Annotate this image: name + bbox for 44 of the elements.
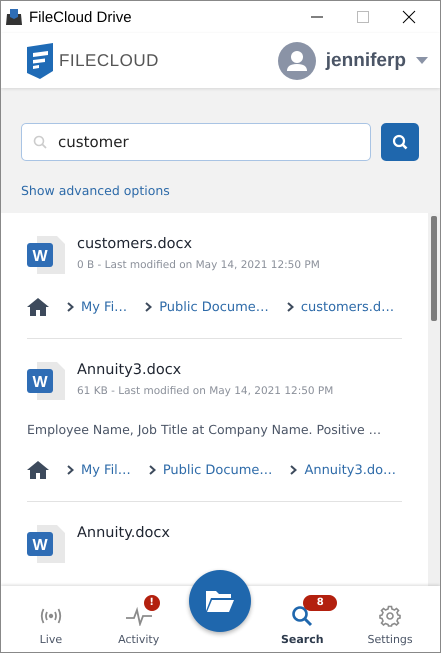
pulse-icon xyxy=(126,606,152,626)
chevron-icon xyxy=(145,302,152,312)
breadcrumb-link[interactable]: My Fi… xyxy=(81,300,128,314)
home-icon[interactable] xyxy=(27,298,49,316)
search-icon xyxy=(392,134,408,150)
file-name[interactable]: Annuity3.docx xyxy=(77,362,334,378)
app-icon xyxy=(5,8,23,26)
advanced-options-link[interactable]: Show advanced options xyxy=(21,183,170,198)
logo-icon xyxy=(27,42,53,78)
chevron-icon xyxy=(148,465,156,475)
dropdown-caret-icon[interactable] xyxy=(416,56,428,64)
window-title: FileCloud Drive xyxy=(29,8,132,26)
search-field[interactable]: customer xyxy=(21,123,371,161)
search-icon xyxy=(291,604,314,626)
file-name[interactable]: Annuity.docx xyxy=(77,525,170,541)
settings-icon xyxy=(379,604,402,626)
breadcrumb-link[interactable]: Public Docume… xyxy=(162,462,272,478)
broadcast-icon xyxy=(38,606,63,626)
files-button[interactable] xyxy=(189,570,252,632)
username[interactable]: jenniferp xyxy=(326,50,406,72)
file-name[interactable]: customers.docx xyxy=(77,236,320,252)
chevron-icon xyxy=(67,302,74,312)
folder-icon xyxy=(205,589,236,613)
chevron-icon xyxy=(286,302,294,312)
search-button[interactable] xyxy=(381,123,419,161)
chevron-icon xyxy=(67,465,74,475)
breadcrumb-link[interactable]: Public Docume… xyxy=(159,300,269,314)
content-snippet: Employee Name, Job Title at Company Name. Positive … xyxy=(27,422,382,437)
avatar-icon[interactable] xyxy=(278,42,316,80)
home-icon[interactable] xyxy=(27,461,49,479)
file-meta: 0 B - Last modified on May 14, 2021 12:50 PM xyxy=(77,259,320,271)
nav-tab[interactable]: Live xyxy=(14,592,88,646)
nav-tab[interactable]: ! Activity xyxy=(102,592,176,646)
nav-tab[interactable]: Settings xyxy=(353,592,428,646)
logo-text: FILECLOUD xyxy=(59,50,159,70)
nav-tab[interactable]: 8 Search xyxy=(265,592,340,646)
notification-badge: 8 xyxy=(303,594,338,610)
breadcrumb-link[interactable]: customers.d… xyxy=(300,300,394,314)
file-meta: 61 KB - Last modified on May 14, 2021 12:50 PM xyxy=(77,385,334,397)
close-icon[interactable] xyxy=(402,10,416,24)
breadcrumb-link[interactable]: My Fil… xyxy=(81,462,131,478)
chevron-icon xyxy=(290,465,298,475)
breadcrumb-link[interactable]: Annuity3.do… xyxy=(304,462,396,478)
notification-badge: ! xyxy=(144,594,160,610)
